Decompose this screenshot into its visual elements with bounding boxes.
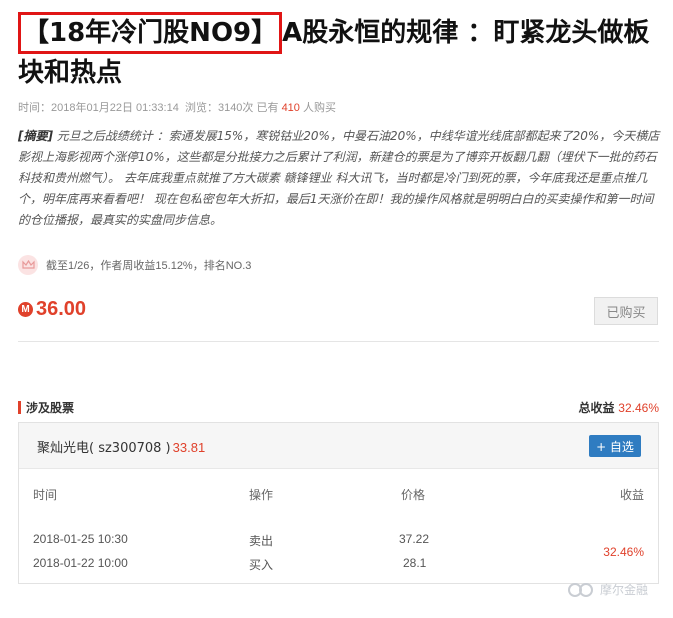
summary-text: 元旦之后战绩统计 ：索通发展15%，寒锐钴业20%，中曼石油20%，中线华谊光线… (18, 129, 660, 227)
trade-time: 2018-01-25 10:30 (33, 532, 128, 546)
publish-time: 2018年01月22日 01:33:14 (51, 102, 179, 114)
article-meta: 时间：2018年01月22日 01:33:14 浏览：3140次 已有 410 … (18, 99, 336, 115)
stock-name[interactable]: 聚灿光电( sz300708 ) 33.81 (37, 437, 205, 456)
trade-time: 2018-01-22 10:00 (33, 556, 128, 570)
bought-button[interactable]: 已购买 (594, 297, 658, 325)
price-value: 36.00 (36, 297, 87, 320)
article-price: M 36.00 (18, 296, 86, 322)
col-header-price: 价格 (401, 488, 426, 502)
crown-icon (18, 255, 38, 275)
stock-card-header: 聚灿光电( sz300708 ) 33.81 + 自选 (19, 423, 658, 469)
col-header-return: 收益 (619, 488, 644, 502)
buyers-prefix: 已有 (256, 102, 279, 114)
trade-price: 37.22 (399, 532, 430, 546)
watermark-text: 摩尔金融 (600, 583, 649, 597)
col-header-action: 操作 (249, 488, 274, 502)
time-label: 时间： (18, 102, 51, 114)
summary-tag: [摘要] (18, 129, 53, 143)
section-accent-bar (18, 401, 21, 414)
total-return: 总收益 32.46% (578, 399, 659, 416)
article-title: 【18年冷门股NO9】 A股永恒的规律 ：盯紧龙头做板块和热点 (18, 12, 668, 92)
trade-action: 买入 (249, 558, 274, 572)
buyers-suffix: 人购买 (302, 102, 336, 114)
add-watchlist-button[interactable]: + 自选 (589, 435, 641, 457)
article-summary: [摘要] 元旦之后战绩统计 ：索通发展15%，寒锐钴业20%，中曼石油20%，中… (18, 126, 663, 231)
watermark: 摩尔金融 (567, 581, 648, 598)
buyer-count: 410 (281, 102, 300, 114)
total-return-label: 总收益 (578, 401, 615, 415)
view-count: 3140次 (217, 102, 254, 114)
stock-name-text: 聚灿光电( sz300708 ) (37, 441, 171, 456)
col-header-time: 时间 (33, 488, 58, 502)
watermark-logo-icon (568, 582, 593, 597)
rank-text: 截至1/26，作者周收益15.12%，排名NO.3 (46, 260, 252, 272)
author-rank: 截至1/26，作者周收益15.12%，排名NO.3 (18, 255, 251, 275)
title-highlight-box: 【18年冷门股NO9】 (18, 12, 283, 54)
total-return-value: 32.46% (618, 401, 659, 415)
trade-return: 32.46% (603, 545, 644, 559)
section-divider (18, 341, 659, 342)
stock-price: 33.81 (172, 440, 206, 455)
trade-action: 卖出 (249, 534, 274, 548)
stock-card: 聚灿光电( sz300708 ) 33.81 + 自选 时间 操作 价格 收益 2… (18, 422, 659, 584)
views-label: 浏览： (184, 102, 218, 114)
stocks-section-title: 涉及股票 (26, 401, 75, 415)
coin-icon: M (18, 301, 33, 317)
trade-price: 28.1 (403, 556, 427, 570)
